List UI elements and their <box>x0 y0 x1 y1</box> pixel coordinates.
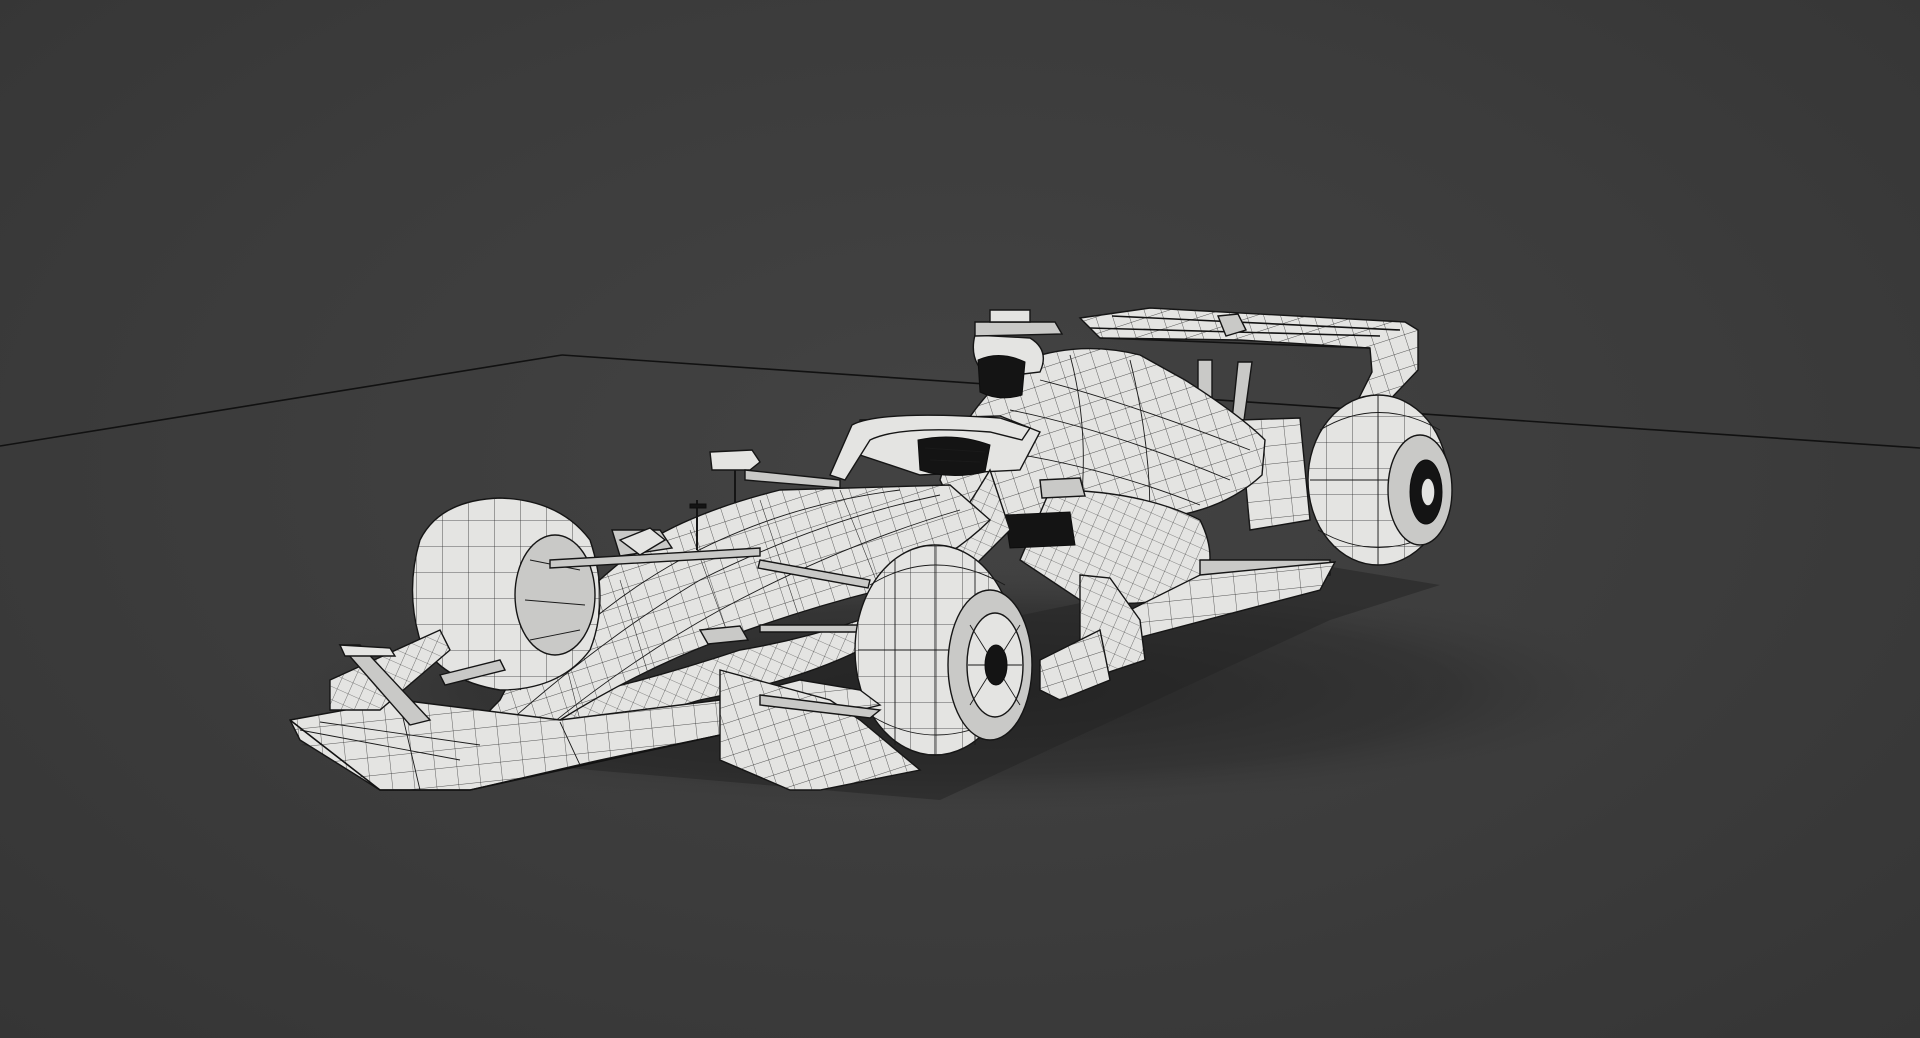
render-scene <box>0 307 1920 810</box>
3d-viewport[interactable] <box>0 0 1920 1038</box>
rear-right-tire <box>1307 394 1453 566</box>
